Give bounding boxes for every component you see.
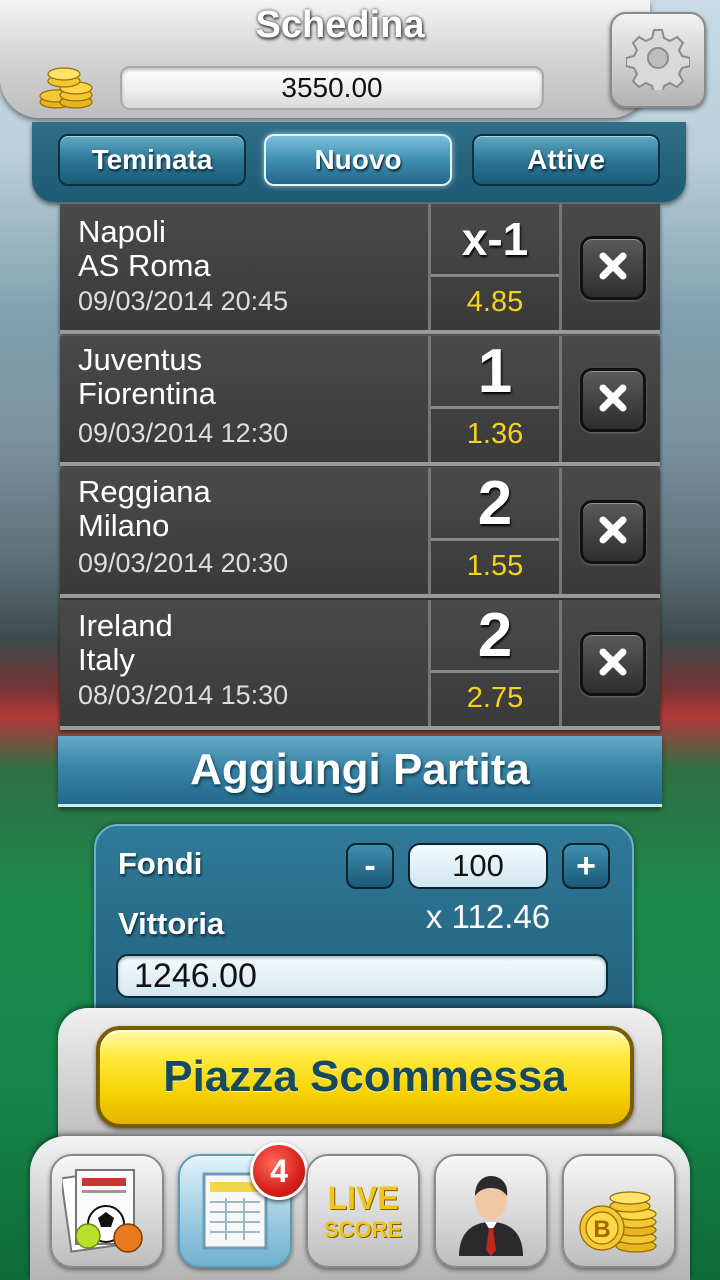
close-icon — [596, 381, 630, 420]
odds-value: 2.75 — [466, 681, 524, 714]
nav-live-score-button[interactable]: LIVE SCORE — [306, 1154, 420, 1268]
match-datetime: 09/03/2014 12:30 — [78, 418, 289, 448]
away-team: Italy — [78, 642, 135, 677]
svg-text:B: B — [593, 1216, 610, 1243]
close-icon — [596, 513, 630, 552]
odds-multiplier: x 112.46 — [425, 898, 551, 935]
manager-icon — [451, 1166, 531, 1261]
balance-display: 3550.00 — [120, 66, 544, 110]
close-icon — [596, 645, 630, 684]
nav-profile-button[interactable] — [434, 1154, 548, 1268]
away-team: Milano — [78, 508, 170, 543]
remove-match-button[interactable] — [580, 632, 646, 696]
tab-terminated[interactable]: Teminata — [58, 134, 246, 186]
tab-active[interactable]: Attive — [472, 134, 660, 186]
match-datetime: 09/03/2014 20:45 — [78, 286, 289, 316]
pick-value: 2 — [431, 468, 559, 541]
remove-match-button[interactable] — [580, 368, 646, 432]
live-score-icon: LIVE SCORE — [318, 1180, 408, 1243]
odds-value: 4.85 — [466, 285, 524, 318]
add-match-button[interactable]: Aggiungi Partita — [58, 736, 662, 807]
nav-news-button[interactable] — [50, 1154, 164, 1268]
gear-icon — [625, 26, 691, 95]
funds-label: Fondi — [118, 846, 203, 881]
away-team: Fiorentina — [78, 376, 216, 411]
remove-match-button[interactable] — [580, 500, 646, 564]
live-label: LIVE — [327, 1180, 399, 1216]
score-label: SCORE — [323, 1217, 403, 1242]
decrease-stake-button[interactable]: - — [346, 843, 394, 889]
match-row: Ireland Italy 08/03/2014 15:30 2 2.75 — [60, 600, 660, 730]
home-team: Reggiana — [78, 474, 211, 509]
betslip-count-badge: 4 — [250, 1142, 308, 1200]
match-row: Reggiana Milano 09/03/2014 20:30 2 1.55 — [60, 468, 660, 598]
page-title: Schedina — [255, 4, 425, 46]
potential-win-field: 1246.00 — [116, 954, 608, 998]
match-datetime: 09/03/2014 20:30 — [78, 548, 289, 578]
win-label: Vittoria — [118, 906, 225, 941]
home-team: Napoli — [78, 214, 166, 249]
odds-value: 1.36 — [466, 417, 524, 450]
news-icon — [60, 1164, 152, 1261]
coins-icon — [36, 62, 96, 110]
pick-cell: 2 1.55 — [428, 468, 562, 594]
pick-value: 2 — [431, 600, 559, 673]
place-bet-button[interactable]: Piazza Scommessa — [96, 1026, 634, 1128]
header: Schedina 3550.00 — [0, 0, 720, 122]
home-team: Ireland — [78, 608, 173, 643]
away-team: AS Roma — [78, 248, 211, 283]
match-row: Napoli AS Roma 09/03/2014 20:45 x-1 4.85 — [60, 204, 660, 334]
pick-cell: 1 1.36 — [428, 336, 562, 462]
tab-new[interactable]: Nuovo — [264, 134, 452, 186]
settings-button[interactable] — [610, 12, 706, 108]
pick-cell: x-1 4.85 — [428, 204, 562, 330]
stake-input[interactable]: 100 — [408, 843, 548, 889]
nav-coins-button[interactable]: B — [562, 1154, 676, 1268]
match-row: Juventus Fiorentina 09/03/2014 12:30 1 1… — [60, 336, 660, 466]
remove-match-button[interactable] — [580, 236, 646, 300]
increase-stake-button[interactable]: + — [562, 843, 610, 889]
close-icon — [596, 249, 630, 288]
pick-value: 1 — [431, 336, 559, 409]
coins-icon: B — [574, 1166, 664, 1261]
odds-value: 1.55 — [466, 549, 524, 582]
pick-value: x-1 — [431, 204, 559, 277]
match-datetime: 08/03/2014 15:30 — [78, 680, 289, 710]
pick-cell: 2 2.75 — [428, 600, 562, 726]
home-team: Juventus — [78, 342, 203, 377]
